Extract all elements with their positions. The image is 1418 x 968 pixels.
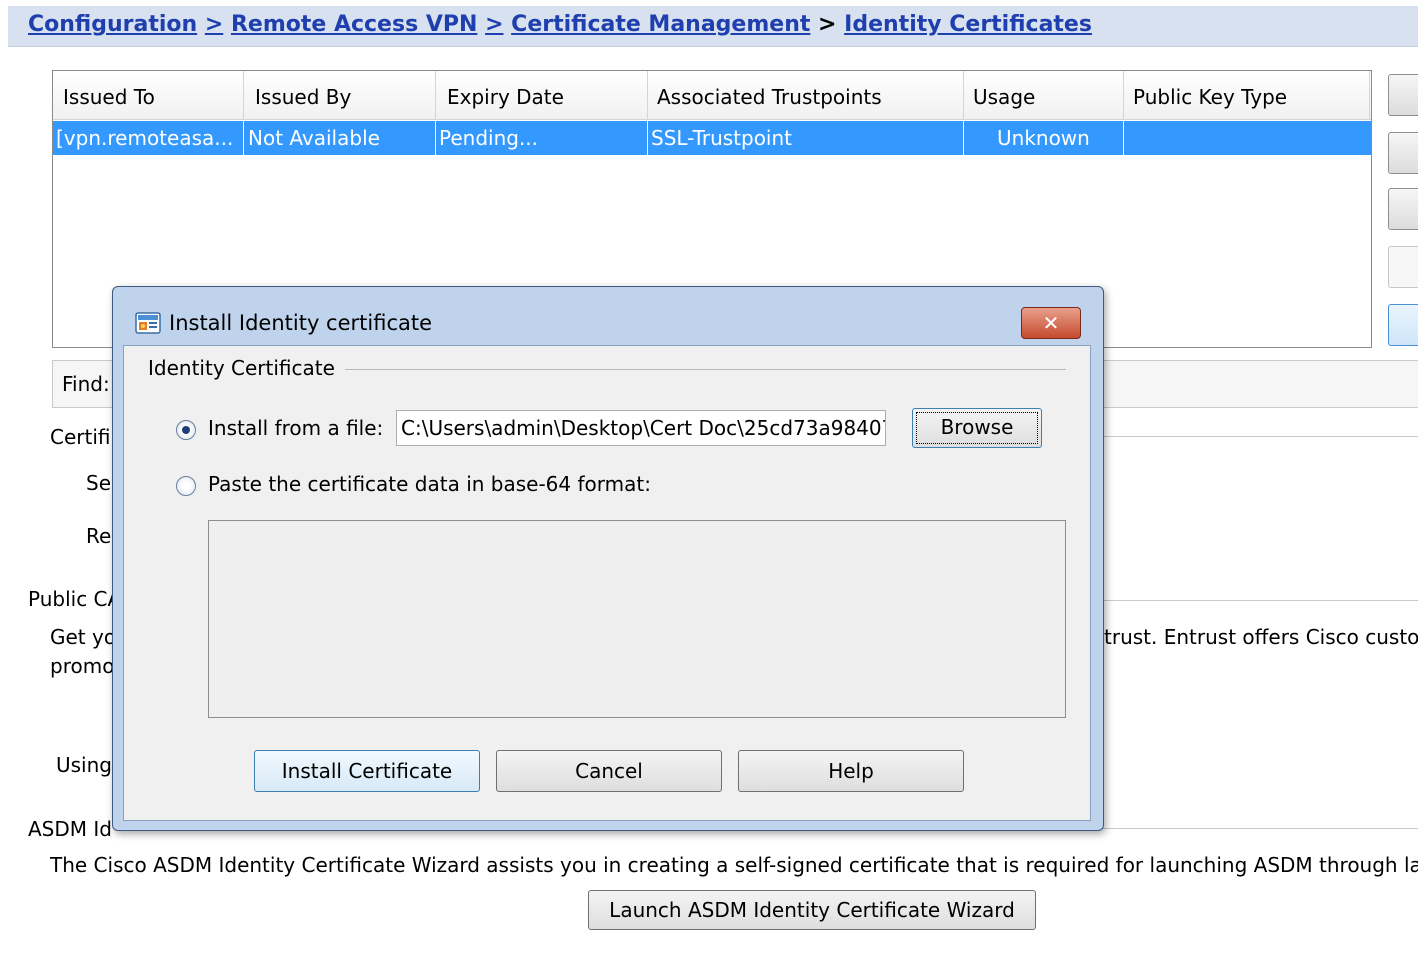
table-row[interactable]: [vpn.remoteasa... Not Available Pending.… [53,121,1371,155]
install-identity-certificate-dialog: Install Identity certificate ✕ Identity … [112,286,1104,831]
asdm-wizard-section-label: ASDM Id [28,817,112,841]
se-label: Se [86,471,111,495]
install-from-file-label: Install from a file: [208,416,384,440]
table-header: Issued To Issued By Expiry Date Associat… [53,71,1371,120]
breadcrumb-separator: > [204,12,224,37]
identity-certificate-group-label: Identity Certificate [148,356,345,380]
certificate-data-textarea[interactable] [208,520,1066,718]
wizard-description: The Cisco ASDM Identity Certificate Wiza… [50,853,1418,877]
certificate-section-label: Certifi [50,425,111,449]
column-header-expiry-date[interactable]: Expiry Date [447,85,564,109]
close-button[interactable]: ✕ [1021,307,1081,339]
file-path-input[interactable]: C:\Users\admin\Desktop\Cert Doc\25cd73a9… [396,410,886,446]
paste-base64-label: Paste the certificate data in base-64 fo… [208,472,651,496]
install-certificate-button[interactable]: Install Certificate [254,750,480,792]
show-details-button[interactable] [1388,132,1418,174]
certificate-icon [135,312,161,334]
close-icon: ✕ [1042,311,1060,335]
section-divider [1102,828,1418,829]
add-button[interactable] [1388,74,1418,116]
cancel-button[interactable]: Cancel [496,750,722,792]
breadcrumb-separator: > [485,12,504,37]
cell-issued-to: [vpn.remoteasa... [56,126,234,150]
breadcrumb: Configuration > Remote Access VPN > Cert… [28,12,1092,37]
paste-base64-radio[interactable] [176,476,196,496]
help-button[interactable]: Help [738,750,964,792]
dialog-body: Identity Certificate Install from a file… [123,345,1091,821]
using-label: Using [56,753,112,777]
breadcrumb-link-configuration[interactable]: Configuration [28,12,197,37]
breadcrumb-link-certificate-management[interactable]: Certificate Management [511,12,810,37]
install-button[interactable] [1388,304,1418,346]
breadcrumb-link-remote-access-vpn[interactable]: Remote Access VPN [231,12,477,37]
entrust-description: trust. Entrust offers Cisco custor [1104,625,1418,649]
delete-button[interactable] [1388,188,1418,230]
cell-usage: Unknown [997,126,1090,150]
column-header-usage[interactable]: Usage [973,85,1035,109]
launch-wizard-button[interactable]: Launch ASDM Identity Certificate Wizard [588,890,1036,930]
public-ca-description-line2: promo [50,654,115,678]
column-header-issued-by[interactable]: Issued By [255,85,351,109]
browse-button[interactable]: Browse [912,408,1042,448]
dialog-title: Install Identity certificate [169,311,433,335]
section-divider [1102,436,1418,437]
cell-associated-trustpoints: SSL-Trustpoint [651,126,793,150]
section-divider [1102,600,1418,601]
export-button[interactable] [1388,246,1418,288]
install-from-file-radio[interactable] [176,420,196,440]
column-header-public-key-type[interactable]: Public Key Type [1133,85,1287,109]
cell-expiry-date: Pending... [439,126,539,150]
re-label: Re [86,524,112,548]
public-ca-label: Public CA [28,587,122,611]
breadcrumb-link-identity-certificates[interactable]: Identity Certificates [844,12,1092,37]
column-header-issued-to[interactable]: Issued To [63,85,155,109]
cell-issued-by: Not Available [248,126,380,150]
find-label: Find: [62,372,110,396]
public-ca-description: Get yo [50,625,117,649]
breadcrumb-separator: > [818,12,837,37]
column-header-associated-trustpoints[interactable]: Associated Trustpoints [657,85,882,109]
